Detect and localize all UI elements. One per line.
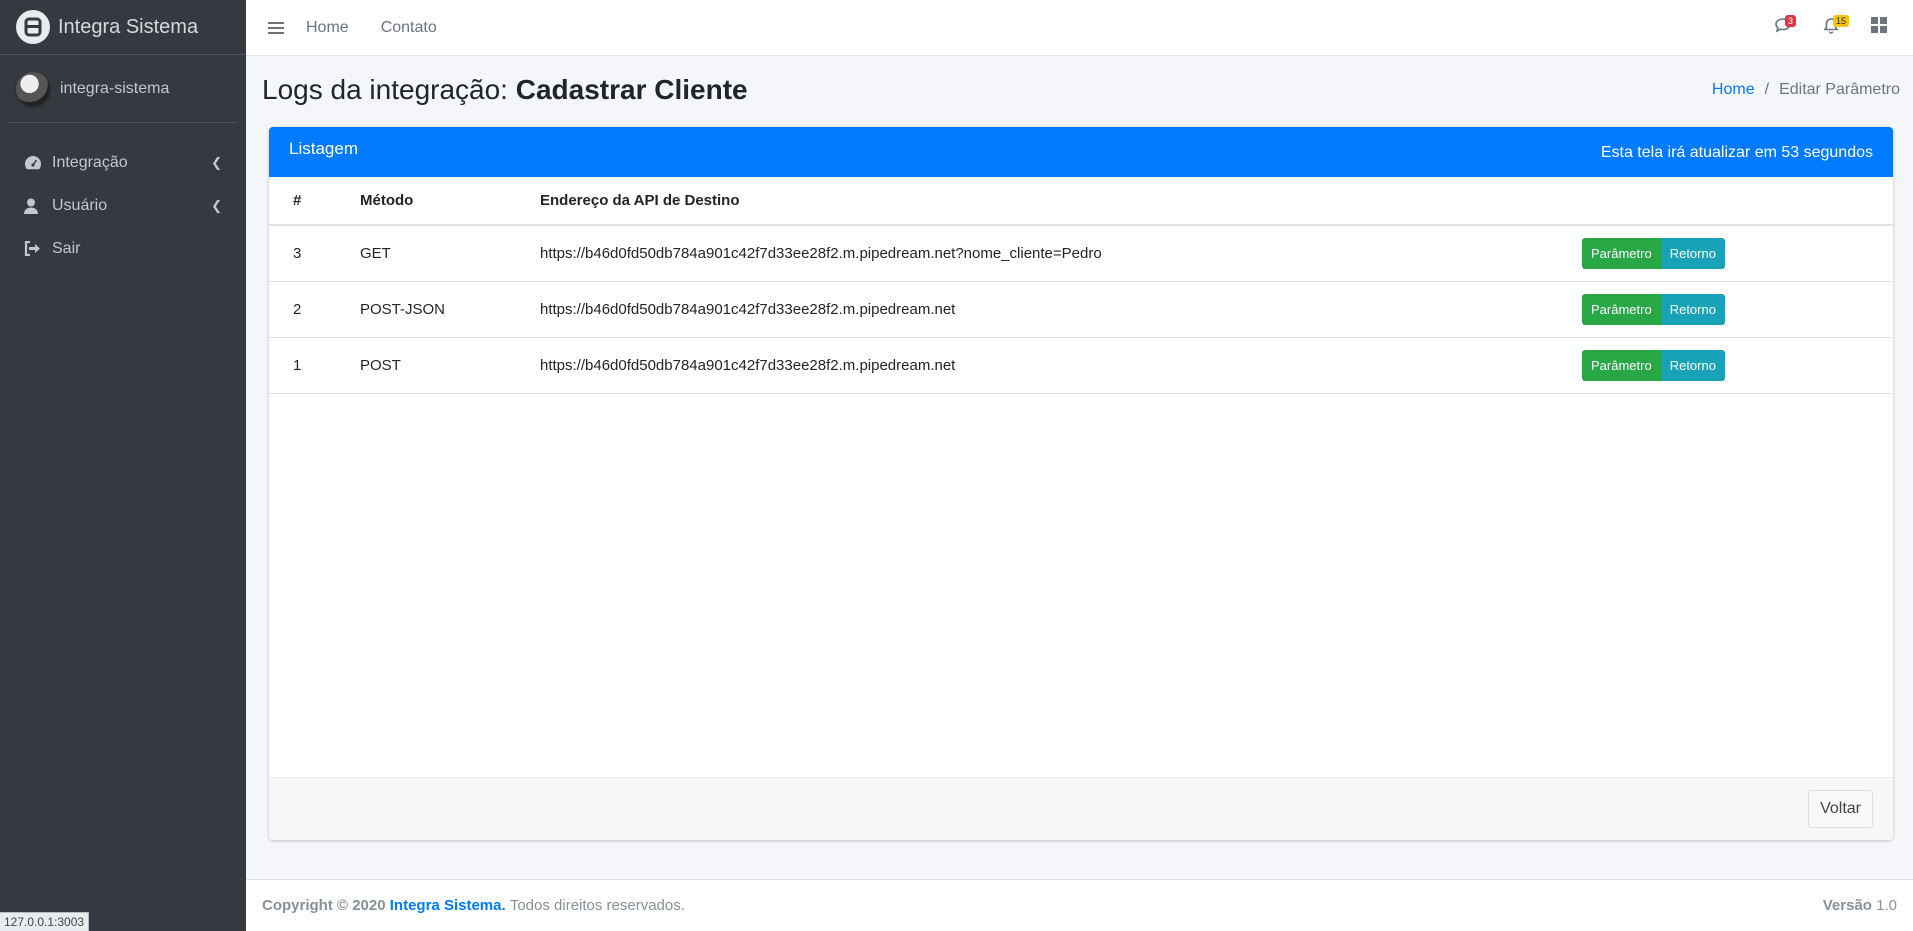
main-sidebar: Integra Sistema integra-sistema Integraç… — [0, 0, 246, 931]
card-footer: Voltar — [269, 777, 1893, 840]
navbar-right: 3 15 — [1759, 0, 1913, 56]
row-method: POST — [336, 337, 516, 394]
row-id: 2 — [269, 281, 336, 338]
retorno-button[interactable]: Retorno — [1660, 293, 1725, 325]
row-url: https://b46d0fd50db784a901c42f7d33ee28f2… — [516, 337, 1558, 394]
sidebar-item-integracao[interactable]: Integração ❮ — [0, 141, 246, 184]
logs-table: # Método Endereço da API de Destino 3 GE… — [269, 177, 1893, 394]
sidebar-item-label: Integração — [52, 153, 128, 171]
menu-toggle-icon[interactable] — [246, 0, 306, 56]
content-header: Logs da integração: Cadastrar Cliente Ho… — [262, 70, 1900, 110]
parametro-button[interactable]: Parâmetro — [1582, 349, 1661, 381]
brand-text: Integra Sistema — [58, 15, 199, 38]
refresh-countdown: Esta tela irá atualizar em 53 segundos — [1600, 144, 1873, 161]
top-navbar: Home Contato 3 15 — [246, 0, 1913, 56]
user-name[interactable]: integra-sistema — [60, 80, 169, 98]
footer-rights: Todos direitos reservados. — [509, 897, 685, 914]
notifications-button[interactable]: 15 — [1807, 0, 1855, 56]
page-title-bold: Cadastrar Cliente — [515, 74, 748, 105]
card-header: Listagem Esta tela irá atualizar em 53 s… — [269, 127, 1893, 177]
row-button-group: Parâmetro Retorno — [1582, 349, 1725, 381]
sidebar-item-label: Usuário — [52, 196, 108, 214]
breadcrumb: Home / Editar Parâmetro — [1712, 81, 1900, 99]
version-label: Versão — [1822, 897, 1872, 914]
column-header-method: Método — [336, 177, 516, 226]
sidebar-item-sair[interactable]: Sair — [0, 227, 246, 270]
table-header-row: # Método Endereço da API de Destino — [269, 177, 1893, 226]
copyright-text: Copyright © 2020 — [262, 897, 386, 914]
logs-card: Listagem Esta tela irá atualizar em 53 s… — [269, 127, 1893, 840]
chevron-left-icon: ❮ — [211, 197, 222, 213]
row-url: https://b46d0fd50db784a901c42f7d33ee28f2… — [516, 225, 1558, 282]
status-url: 127.0.0.1:3003 — [0, 912, 90, 931]
page-title: Logs da integração: Cadastrar Cliente — [262, 74, 748, 106]
breadcrumb-separator: / — [1764, 81, 1770, 98]
row-id: 3 — [269, 225, 336, 282]
nav-link-home[interactable]: Home — [306, 19, 349, 37]
column-header-url: Endereço da API de Destino — [516, 177, 1558, 226]
version-number: 1.0 — [1876, 897, 1897, 914]
sign-out-icon — [24, 241, 52, 256]
main-footer: Copyright © 2020 Integra Sistema. Todos … — [246, 879, 1913, 931]
footer-brand-link[interactable]: Integra Sistema. — [390, 897, 506, 914]
retorno-button[interactable]: Retorno — [1660, 237, 1725, 269]
user-panel[interactable]: integra-sistema — [8, 55, 238, 123]
parametro-button[interactable]: Parâmetro — [1582, 293, 1661, 325]
table-row: 3 GET https://b46d0fd50db784a901c42f7d33… — [269, 225, 1893, 282]
nav-link-contato[interactable]: Contato — [381, 19, 437, 37]
row-button-group: Parâmetro Retorno — [1582, 293, 1725, 325]
table-row: 1 POST https://b46d0fd50db784a901c42f7d3… — [269, 337, 1893, 394]
parametro-button[interactable]: Parâmetro — [1582, 237, 1661, 269]
row-actions: Parâmetro Retorno — [1558, 337, 1893, 394]
column-header-id: # — [269, 177, 336, 226]
sidebar-item-label: Sair — [52, 239, 81, 257]
row-actions: Parâmetro Retorno — [1558, 225, 1893, 282]
notifications-badge: 15 — [1833, 14, 1850, 27]
table-row: 2 POST-JSON https://b46d0fd50db784a901c4… — [269, 281, 1893, 338]
messages-button[interactable]: 3 — [1759, 0, 1807, 56]
user-icon — [24, 198, 52, 214]
breadcrumb-current: Editar Parâmetro — [1779, 81, 1900, 98]
card-title: Listagem — [289, 139, 358, 158]
row-id: 1 — [269, 337, 336, 394]
row-method: POST-JSON — [336, 281, 516, 338]
avatar — [16, 71, 50, 106]
control-sidebar-button[interactable] — [1855, 0, 1903, 56]
chevron-left-icon: ❮ — [211, 154, 222, 170]
brand-link[interactable]: Integra Sistema — [0, 0, 246, 55]
th-large-icon — [1871, 17, 1887, 38]
row-actions: Parâmetro Retorno — [1558, 281, 1893, 338]
sidebar-item-usuario[interactable]: Usuário ❮ — [0, 184, 246, 227]
breadcrumb-home[interactable]: Home — [1712, 81, 1755, 99]
messages-badge: 3 — [1785, 14, 1797, 27]
version-info: Versão 1.0 — [1823, 897, 1897, 914]
row-url: https://b46d0fd50db784a901c42f7d33ee28f2… — [516, 281, 1558, 338]
row-method: GET — [336, 225, 516, 282]
brand-logo-icon — [16, 10, 50, 44]
column-header-actions — [1558, 177, 1893, 226]
row-button-group: Parâmetro Retorno — [1582, 237, 1725, 269]
dashboard-icon — [24, 155, 52, 171]
retorno-button[interactable]: Retorno — [1660, 349, 1725, 381]
voltar-button[interactable]: Voltar — [1808, 790, 1873, 828]
page-title-prefix: Logs da integração: — [262, 74, 508, 105]
sidebar-nav: Integração ❮ Usuário ❮ Sair — [0, 141, 246, 270]
